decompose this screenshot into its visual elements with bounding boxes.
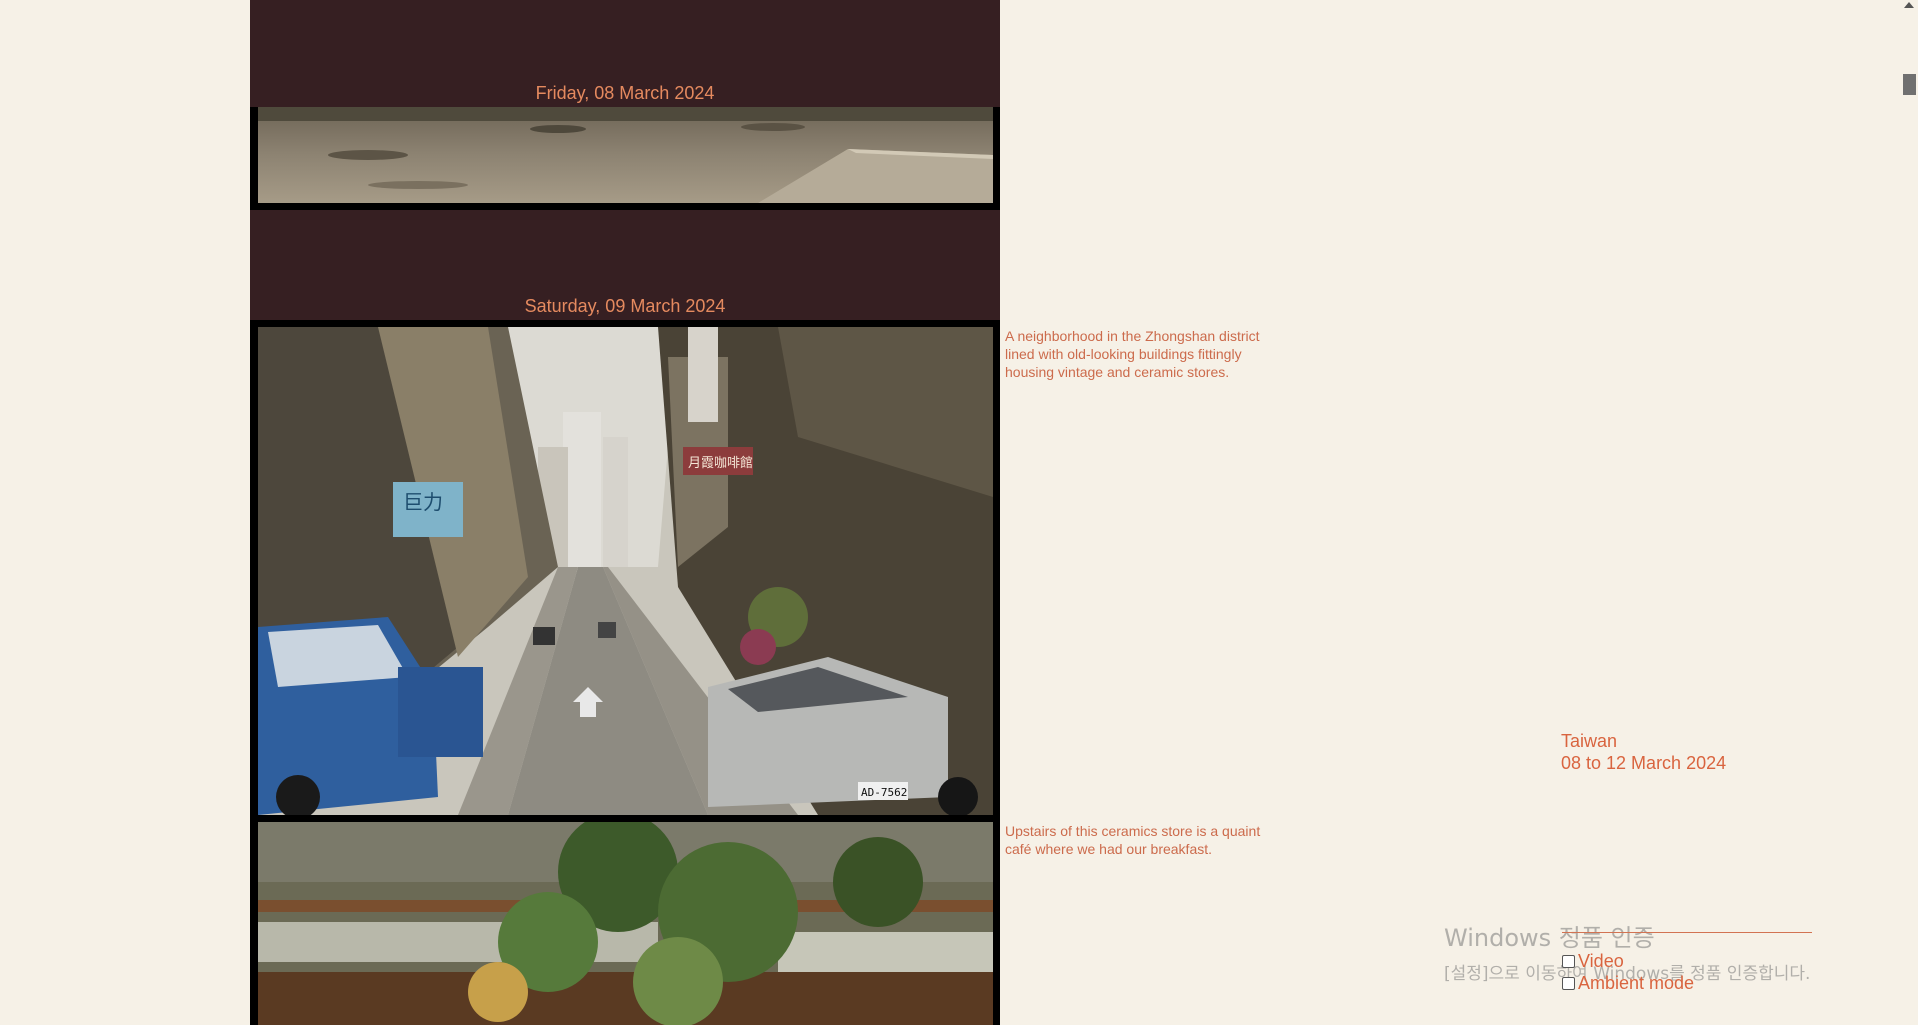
date-label: Saturday, 09 March 2024 [524,296,726,316]
shop-sign-text: 巨力 [403,490,443,514]
caption-cafe: Upstairs of this ceramics store is a qua… [1005,823,1261,857]
ambient-mode-toggle[interactable]: Ambient mode [1562,972,1694,994]
video-toggle[interactable]: Video [1562,950,1694,972]
ambient-mode-checkbox[interactable] [1562,976,1575,990]
video-checkbox[interactable] [1562,954,1575,968]
ambient-mode-label: Ambient mode [1578,972,1695,993]
street-image: 巨力 月霞咖啡館 AD-7562 [258,327,993,815]
plate-text: AD-7562 [861,786,907,799]
vertical-scrollbar[interactable] [1901,0,1918,1025]
view-controls: Video Ambient mode [1562,932,1812,994]
trip-info: Taiwan 08 to 12 March 2024 [1561,730,1726,774]
cafe-sign-text: 月霞咖啡館 [688,456,753,471]
cafe-image [258,822,993,1025]
date-header-2: Saturday, 09 March 2024 [250,210,1000,320]
road-image [258,107,993,203]
page: Friday, 08 March 2024 Saturday, 09 March… [0,0,1918,1025]
cafe-photo[interactable] [258,822,993,1025]
video-label: Video [1578,950,1624,971]
road-photo[interactable] [258,107,993,203]
date-header-1: Friday, 08 March 2024 [250,0,1000,107]
date-label: Friday, 08 March 2024 [535,83,715,103]
trip-dates: 08 to 12 March 2024 [1561,753,1727,773]
street-photo[interactable]: 巨力 月霞咖啡館 AD-7562 [258,327,993,815]
scroll-up-arrow-icon[interactable] [1904,2,1914,8]
watermark-title: Windows 정품 인증 [1444,924,1655,952]
caption-street: A neighborhood in the Zhongshan district… [1005,328,1260,380]
scrollbar-thumb[interactable] [1903,74,1916,95]
divider [1562,932,1812,933]
trip-location: Taiwan [1561,731,1618,751]
